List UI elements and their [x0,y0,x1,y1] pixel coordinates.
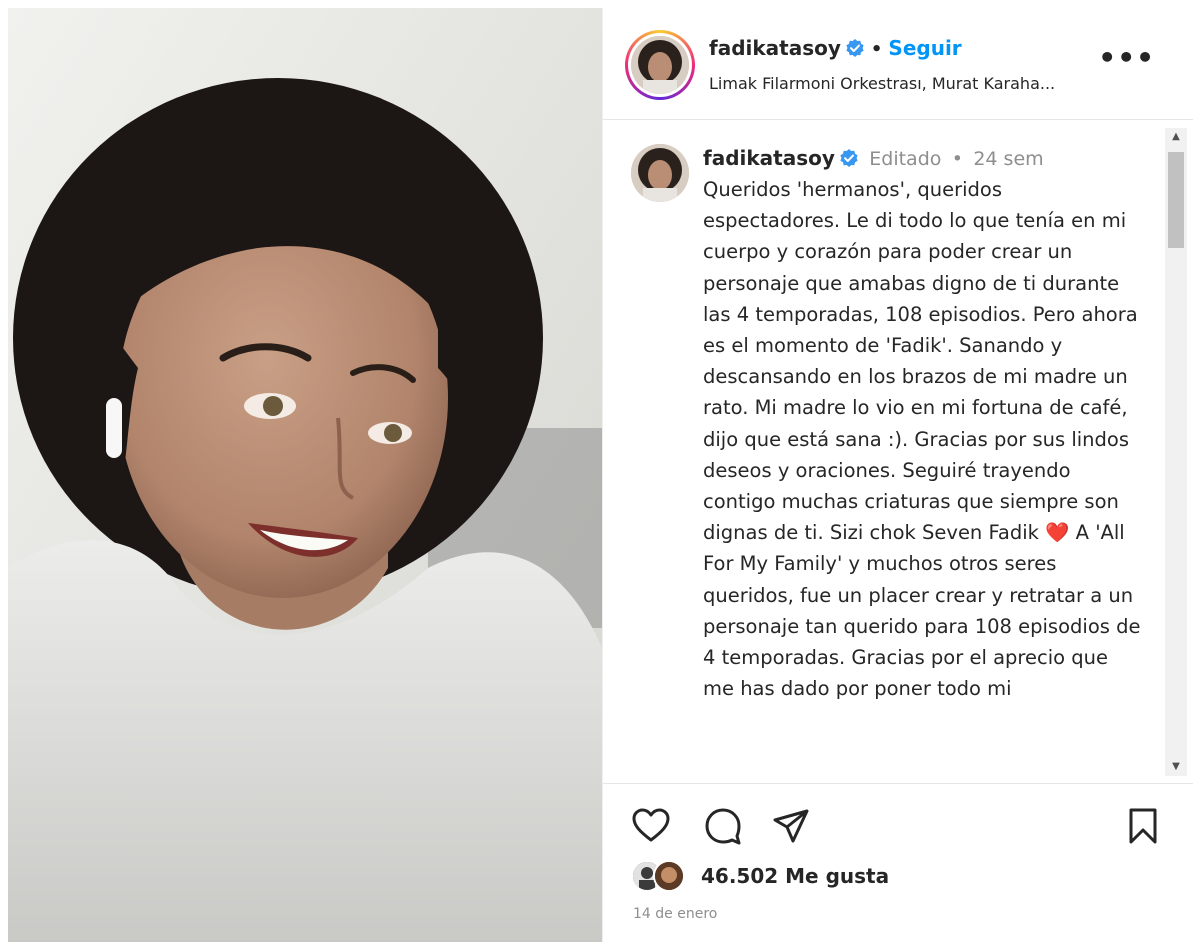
separator-dot: • [870,39,883,60]
selfie-image [8,8,602,942]
post-time-ago[interactable]: 24 sem [973,148,1043,170]
avatar [631,36,689,94]
heart-icon[interactable] [631,806,671,846]
caption-text: Queridos 'hermanos', queridos espectador… [703,174,1143,704]
verified-badge-icon [846,39,864,57]
caption-avatar[interactable] [631,144,689,202]
caption-text-part1: Queridos 'hermanos', queridos espectador… [703,178,1138,545]
scroll-thumb[interactable] [1168,152,1184,248]
follow-button[interactable]: Seguir [888,36,961,60]
post-date[interactable]: 14 de enero [633,906,717,922]
post-header: fadikatasoy • Seguir Limak Filarmoni Orkes… [603,8,1193,120]
edited-label: Editado [869,148,942,170]
red-heart-emoji: ❤️ [1045,521,1070,545]
scrollbar[interactable]: ▲ ▼ [1165,128,1187,776]
header-username[interactable]: fadikatasoy [709,36,841,60]
action-bar [603,794,1193,846]
header-user-line: fadikatasoy • Seguir [709,36,962,60]
caption-text-part2: A 'All For My Family' y muchos otros ser… [703,521,1141,701]
story-ring-avatar[interactable] [625,30,695,100]
verified-badge-icon [840,149,858,167]
more-options-button[interactable]: ••• [1098,44,1155,72]
caption-username[interactable]: fadikatasoy [703,146,835,170]
send-icon[interactable] [771,806,811,846]
comment-icon[interactable] [703,806,743,846]
comments-area: fadikatasoy Editado • 24 sem Queridos 'h… [603,120,1193,784]
liker-avatar [653,860,685,892]
bookmark-icon[interactable] [1123,806,1163,846]
scroll-down-arrow-icon[interactable]: ▼ [1165,758,1187,776]
likes-count[interactable]: 46.502 Me gusta [701,864,889,888]
audio-attribution[interactable]: Limak Filarmoni Orkestrası, Murat Karaha… [709,74,1055,93]
post-photo[interactable] [8,8,602,942]
post-panel: fadikatasoy • Seguir Limak Filarmoni Orkes… [602,8,1193,942]
caption-header: fadikatasoy Editado • 24 sem [703,146,1044,170]
scroll-up-arrow-icon[interactable]: ▲ [1165,128,1187,146]
separator-dot: • [951,148,963,170]
